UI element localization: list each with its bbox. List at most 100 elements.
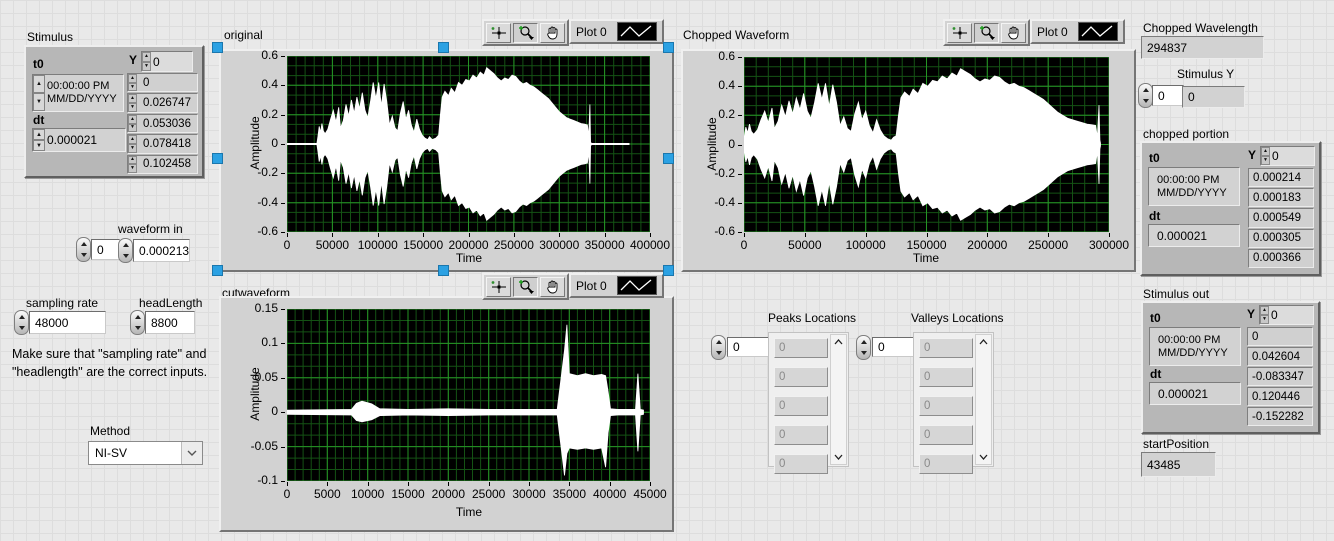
selection-handle[interactable] [212,265,223,276]
stimulus-cluster: t0 ▲▼ 00:00:00 PM MM/DD/YYYY dt ▲▼ 0.000… [24,45,204,178]
selection-handle[interactable] [663,265,674,276]
element-spinner[interactable]: ▲▼ [128,74,137,91]
method-dropdown[interactable]: NI-SV [88,441,203,465]
t0-field: 00:00:00 PM MM/DD/YYYY [1148,167,1240,206]
zoom-tool-button[interactable] [974,23,999,43]
graph-title-chopped: Chopped Waveform [683,28,789,42]
plot-legend-chopped[interactable]: Plot 0 [1030,19,1125,44]
element-spinner[interactable]: ▲▼ [128,156,137,173]
y-index-field[interactable]: ▲▼ 0 [1260,146,1315,166]
chopped-portion-element: 0.000305 [1248,229,1314,248]
headlength-value[interactable]: 8800 [145,311,195,334]
dt-spinner[interactable]: ▲▼ [33,129,45,151]
graph-cut-plot-area[interactable] [287,309,650,481]
graph-chopped-plot-area[interactable] [744,57,1109,232]
stimulus-y-element[interactable]: ▲▼0.026747 [127,93,198,112]
waveform-in-index-spinner[interactable] [76,237,91,262]
stimulus-y-element[interactable]: ▲▼0.078418 [127,134,198,153]
peaks-scrollbar[interactable] [830,334,847,465]
stimulus-y-index[interactable]: 0 [1152,85,1184,106]
y-index-field[interactable]: ▲▼ 0 [1259,305,1314,325]
stimulus-y-element[interactable]: ▲▼0.053036 [127,114,198,133]
x-tick-label: 50000 [775,238,835,252]
selection-handle[interactable] [663,153,674,164]
valleys-index[interactable]: 0 [872,337,917,357]
scroll-up-icon[interactable] [976,335,991,349]
method-label: Method [90,424,130,438]
peaks-index[interactable]: 0 [727,337,772,357]
selection-handle[interactable] [438,42,449,53]
pan-tool-button[interactable] [1001,23,1026,43]
y-index-spinner[interactable]: ▲▼ [142,52,151,71]
stimulus-y-element[interactable]: ▲▼0 [127,73,198,92]
peaks-element: 0 [774,425,828,445]
chopped-portion-element: 0.000366 [1248,249,1314,268]
stimulus-out-element: -0.152282 [1247,407,1313,426]
array-element-value: 0 [920,400,930,412]
element-spinner[interactable]: ▲▼ [128,115,137,132]
valleys-scrollbar[interactable] [975,334,992,465]
dt-value: 0.000021 [1150,387,1208,401]
chopped-portion-label: chopped portion [1143,127,1229,141]
pan-tool-button[interactable] [540,23,565,43]
x-tick-label: 150000 [897,238,957,252]
y-array-label: Y [1247,307,1255,321]
chevron-down-icon[interactable] [181,442,202,464]
array-element-value: 0.000214 [1249,172,1301,184]
t0-time: 00:00:00 PM [1157,174,1219,186]
y-tick-label: 0.6 [683,49,735,63]
graph-tools-cut [482,273,569,300]
plot-legend-cut[interactable]: Plot 0 [569,273,664,298]
y-tick-label: -0.05 [221,439,278,453]
element-spinner[interactable]: ▲▼ [128,94,137,111]
element-spinner[interactable]: ▲▼ [128,135,137,152]
plot-line-sample-icon [617,276,657,295]
valleys-locations-label: Valleys Locations [911,311,1004,325]
stimulus-y-index-spinner[interactable] [1138,83,1153,108]
x-tick-label: 200000 [957,238,1017,252]
sampling-rate-spinner[interactable] [14,310,29,335]
t0-spinner[interactable]: ▲▼ [33,75,45,111]
cursor-tool-button[interactable] [947,23,972,43]
dt-field[interactable]: ▲▼ 0.000021 [32,128,126,152]
stimulus-y-element[interactable]: ▲▼0.102458 [127,155,198,174]
plot-legend-original[interactable]: Plot 0 [569,19,664,44]
array-element-value: 0 [775,429,785,441]
y-index-spinner[interactable]: ▲▼ [1260,306,1269,324]
peaks-index-spinner[interactable] [711,335,726,360]
array-element-value: 0 [775,342,785,354]
graph-original-plot-area[interactable] [287,56,650,232]
array-element-value: 0 [920,429,930,441]
waveform-in-index[interactable]: 0 [91,239,120,260]
selection-handle[interactable] [212,153,223,164]
scroll-down-icon[interactable] [831,450,846,464]
plot-legend-text: Plot 0 [576,25,607,39]
y-index-spinner[interactable]: ▲▼ [1261,147,1270,165]
chopped-portion-array: 0.0002140.0001830.0005490.0003050.000366 [1248,168,1314,269]
graph-original: Amplitude Time 0.60.40.20-0.2-0.4-0.6050… [219,49,674,272]
y-index-field[interactable]: ▲▼ 0 [141,51,193,72]
y-tick-label: 0.2 [683,107,735,121]
scroll-up-icon[interactable] [831,335,846,349]
cursor-tool-button[interactable] [486,277,511,297]
t0-field[interactable]: ▲▼ 00:00:00 PM MM/DD/YYYY [32,74,124,112]
chopped-portion-cluster: t0 00:00:00 PM MM/DD/YYYY dt 0.000021 Y … [1140,141,1321,276]
note-line-2: "headlength" are the correct inputs. [12,365,207,379]
cursor-tool-button[interactable] [486,23,511,43]
chopped-portion-element: 0.000214 [1248,168,1314,187]
sampling-rate-value[interactable]: 48000 [29,311,106,334]
selection-handle[interactable] [663,42,674,53]
zoom-tool-button[interactable] [513,277,538,297]
selection-handle[interactable] [438,265,449,276]
zoom-tool-button[interactable] [513,23,538,43]
waveform-in-value-spinner[interactable] [118,238,133,263]
scroll-down-icon[interactable] [976,450,991,464]
selection-handle[interactable] [212,42,223,53]
y-tick-label: -0.4 [221,195,278,209]
pan-tool-button[interactable] [540,277,565,297]
stimulus-out-element: 0 [1247,327,1313,346]
valleys-element: 0 [919,396,973,416]
waveform-in-value[interactable]: 0.000213 [133,239,190,262]
valleys-index-spinner[interactable] [856,335,871,360]
headlength-spinner[interactable] [130,310,145,335]
